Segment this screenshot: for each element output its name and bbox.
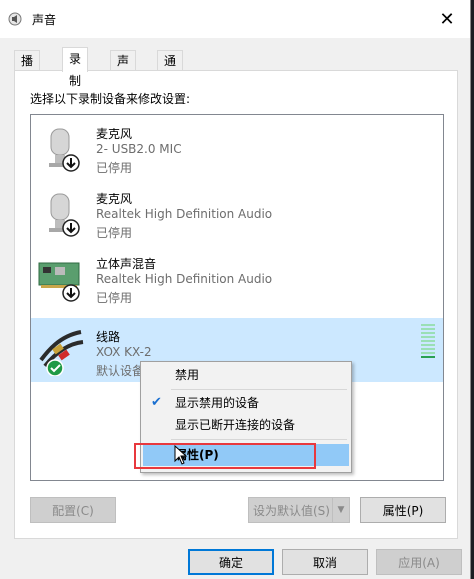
close-button[interactable]: ✕ — [424, 0, 470, 38]
device-description: Realtek High Definition Audio — [96, 207, 273, 221]
instruction-text: 选择以下录制设备来修改设置: — [30, 92, 191, 106]
microphone-icon — [49, 128, 80, 172]
cancel-button[interactable]: 取消 — [282, 549, 368, 575]
checkmark-icon: ✔ — [151, 395, 162, 410]
device-description: Realtek High Definition Audio — [96, 272, 273, 286]
menu-item-disable[interactable]: 禁用 — [143, 364, 349, 386]
apply-button[interactable]: 应用(A) — [376, 549, 462, 575]
device-status: 已停用 — [96, 161, 133, 175]
tab-recording[interactable]: 录制 — [62, 47, 89, 88]
set-default-label: 设为默认值(S) — [253, 503, 330, 518]
device-name: 麦克风 — [96, 127, 133, 141]
device-status: 已停用 — [96, 291, 133, 305]
menu-separator — [171, 439, 347, 440]
device-name: 麦克风 — [96, 192, 133, 206]
ok-button[interactable]: 确定 — [188, 549, 274, 575]
list-item[interactable]: 立体声混音 Realtek High Definition Audio 已停用 — [31, 245, 443, 309]
tab-playback[interactable]: 播放 — [14, 50, 41, 88]
sound-card-icon — [38, 262, 80, 302]
menu-separator — [171, 389, 347, 390]
sound-dialog: 声音 ✕ 播放 录制 声音 通信 选择以下录制设备来修改设置: 麦克风 2- U… — [0, 0, 471, 579]
properties-button[interactable]: 属性(P) — [360, 497, 446, 523]
mouse-cursor-icon — [174, 445, 188, 465]
device-description: XOX KX-2 — [96, 345, 152, 359]
menu-item-label: 禁用 — [175, 368, 200, 382]
window-title: 声音 — [32, 13, 57, 27]
annotation-highlight-box — [134, 443, 316, 469]
list-item[interactable]: 麦克风 2- USB2.0 MIC 已停用 — [31, 115, 443, 179]
rca-cable-icon — [39, 330, 84, 376]
title-bar: 声音 ✕ — [0, 0, 470, 38]
device-status: 已停用 — [96, 226, 133, 240]
menu-item-label: 显示已断开连接的设备 — [175, 418, 296, 432]
dropdown-arrow-icon[interactable]: ▼ — [332, 498, 349, 522]
menu-item-label: 显示禁用的设备 — [175, 396, 260, 410]
speaker-icon — [8, 12, 22, 26]
level-meter — [421, 324, 435, 362]
device-name: 立体声混音 — [96, 257, 157, 271]
configure-button[interactable]: 配置(C) — [30, 497, 116, 523]
tab-communications[interactable]: 通信 — [157, 50, 184, 88]
device-name: 线路 — [96, 330, 121, 344]
set-default-button[interactable]: 设为默认值(S) ▼ — [248, 497, 350, 523]
list-item[interactable]: 麦克风 Realtek High Definition Audio 已停用 — [31, 180, 443, 244]
microphone-icon — [49, 193, 80, 237]
device-description: 2- USB2.0 MIC — [96, 142, 182, 156]
close-icon: ✕ — [439, 8, 455, 30]
tab-sounds[interactable]: 声音 — [110, 50, 137, 88]
device-status: 默认设备 — [96, 364, 145, 378]
menu-item-show-disabled[interactable]: ✔ 显示禁用的设备 — [143, 392, 349, 414]
menu-item-show-disconnected[interactable]: 显示已断开连接的设备 — [143, 414, 349, 436]
